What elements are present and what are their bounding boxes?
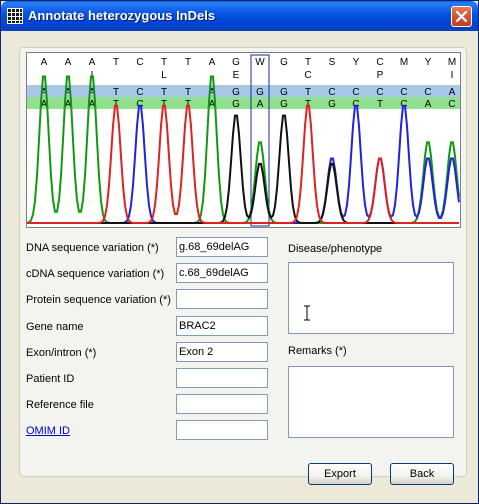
label-disease-phenotype: Disease/phenotype [288,243,383,255]
chromatogram-view[interactable]: AAATCTTAGWGTSYCMYMILECPIAAATCTTAGGGTCCCC… [26,52,461,228]
omim-id-field[interactable] [176,420,268,440]
base-label: P [377,70,384,81]
base-label: T [185,57,191,68]
base-label: C [352,87,359,98]
base-label: C [352,99,359,110]
base-label: M [400,57,408,68]
protein-variation-field[interactable] [176,289,268,309]
base-label: A [89,57,96,68]
base-label: C [400,99,407,110]
patient-id-field[interactable] [176,368,268,388]
base-label: S [329,57,336,68]
label-reference-file: Reference file [26,399,94,411]
back-button[interactable]: Back [390,463,454,485]
base-label: T [305,87,311,98]
base-label: A [257,99,264,110]
base-label: Y [425,57,432,68]
base-label: G [328,99,336,110]
base-label: C [136,87,143,98]
base-label: C [448,99,455,110]
base-label: T [161,87,167,98]
remarks-textarea[interactable] [288,366,454,438]
label-exon-intron: Exon/intron (*) [26,347,97,359]
base-label: T [305,57,311,68]
base-label: Y [353,57,360,68]
base-label: C [376,57,383,68]
base-label: C [136,57,143,68]
base-label: G [232,87,240,98]
base-label: C [136,99,143,110]
base-label: A [449,87,456,98]
base-label: C [424,87,431,98]
omim-id-link[interactable]: OMIM ID [26,425,70,437]
label-dna-variation: DNA sequence variation (*) [26,242,159,254]
base-label: G [232,99,240,110]
base-label: T [113,87,119,98]
base-label: C [376,87,383,98]
reference-file-field[interactable] [176,394,268,414]
base-label: T [113,57,119,68]
text-cursor-icon [304,305,310,321]
base-label: I [451,70,454,81]
close-icon [455,10,468,23]
base-label: A [209,57,216,68]
base-label: G [256,87,264,98]
base-label: E [233,70,240,81]
dna-variation-field[interactable]: g.68_69delAG [176,237,268,257]
label-patient-id: Patient ID [26,373,75,385]
base-label: C [328,87,335,98]
annotation-group: AAATCTTAGWGTSYCMYMILECPIAAATCTTAGGGTCCCC… [19,47,467,477]
grid-app-icon [7,8,23,24]
base-label: G [280,57,288,68]
exon-intron-field[interactable]: Exon 2 [176,342,268,362]
cdna-variation-field[interactable]: c.68_69delAG [176,263,268,283]
base-label: G [280,99,288,110]
base-label: T [185,87,191,98]
dialog-window: Annotate heterozygous InDels AAATCTTAGWG… [0,0,479,504]
label-remarks: Remarks (*) [288,345,347,357]
base-label: G [280,87,288,98]
title-bar[interactable]: Annotate heterozygous InDels [1,1,478,31]
base-label: T [161,57,167,68]
base-label: M [448,57,456,68]
label-protein-variation: Protein sequence variation (*) [26,294,171,306]
label-cdna-variation: cDNA sequence variation (*) [26,268,165,280]
base-label: A [65,57,72,68]
export-button[interactable]: Export [308,463,372,485]
dialog-content: AAATCTTAGWGTSYCMYMILECPIAAATCTTAGGGTCCCC… [4,31,475,501]
disease-phenotype-textarea[interactable] [288,262,454,334]
base-label: L [161,70,167,81]
base-label: A [41,57,48,68]
close-button[interactable] [451,6,472,27]
base-label: C [400,87,407,98]
chromatogram-svg: A A A T C T T A G W G T S Y C M Y MI L E C P IA A A T C T T A G G G T C C C C… [27,54,460,227]
label-gene-name: Gene name [26,321,84,333]
base-label: G [232,57,240,68]
gene-name-field[interactable]: BRAC2 [176,316,268,336]
base-label: A [425,99,432,110]
trace-c [27,104,460,224]
base-label: W [255,57,265,68]
window-title: Annotate heterozygous InDels [28,8,216,23]
base-label: T [377,99,383,110]
base-label: C [304,70,311,81]
